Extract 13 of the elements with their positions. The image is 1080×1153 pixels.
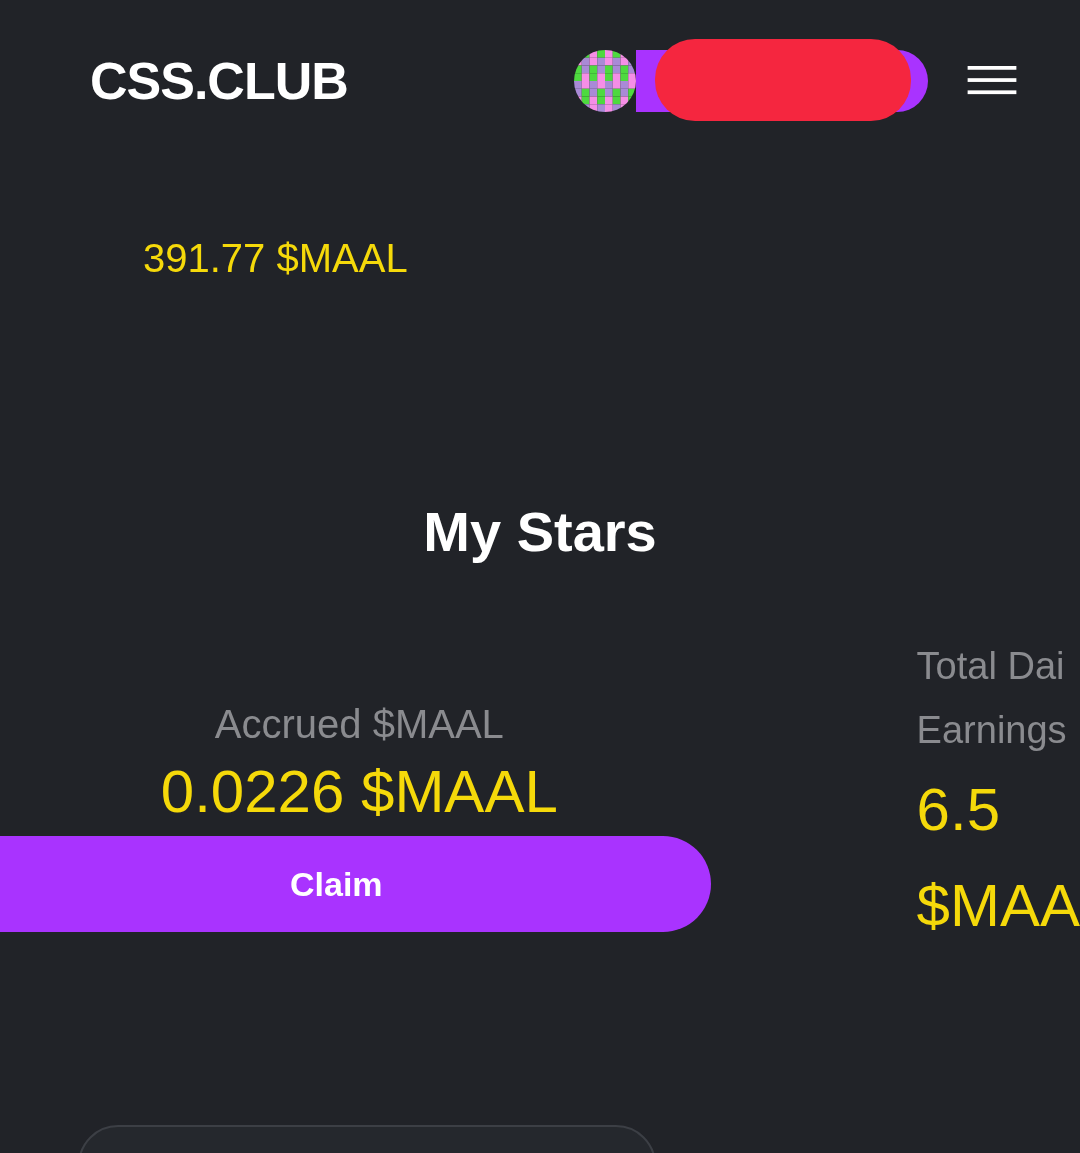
claim-button[interactable]: Claim (0, 836, 711, 932)
accrued-label: Accrued $MAAL (214, 702, 504, 747)
daily-earnings-amount: 6.5 (916, 775, 1002, 845)
redacted-account-button[interactable] (636, 39, 928, 121)
daily-earnings-label: Total Dai (916, 644, 1066, 689)
site-logo[interactable]: CSS.CLUB (90, 51, 348, 111)
daily-earnings-label: Earnings (916, 708, 1068, 753)
avatar-icon[interactable] (574, 50, 636, 112)
section-title: My Stars (422, 499, 658, 564)
daily-earnings-amount: $MAA (916, 871, 1080, 941)
balance-amount: 391.77 $MAAL (143, 236, 409, 281)
menu-icon[interactable] (966, 66, 1018, 96)
accrued-amount: 0.0226 $MAAL (160, 757, 558, 826)
